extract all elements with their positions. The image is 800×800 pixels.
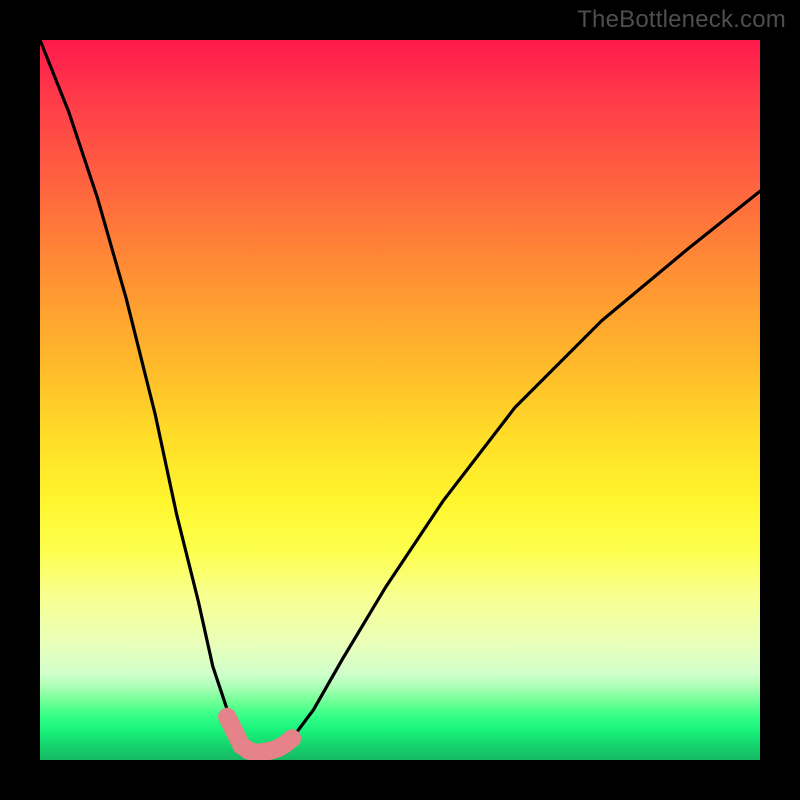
- outer-frame: TheBottleneck.com: [0, 0, 800, 800]
- bottleneck-curve: [40, 40, 760, 753]
- highlight-beads: [218, 708, 301, 760]
- chart-svg: [40, 40, 760, 760]
- highlight-bead: [283, 729, 301, 747]
- watermark-text: TheBottleneck.com: [577, 6, 786, 34]
- plot-area: [40, 40, 760, 760]
